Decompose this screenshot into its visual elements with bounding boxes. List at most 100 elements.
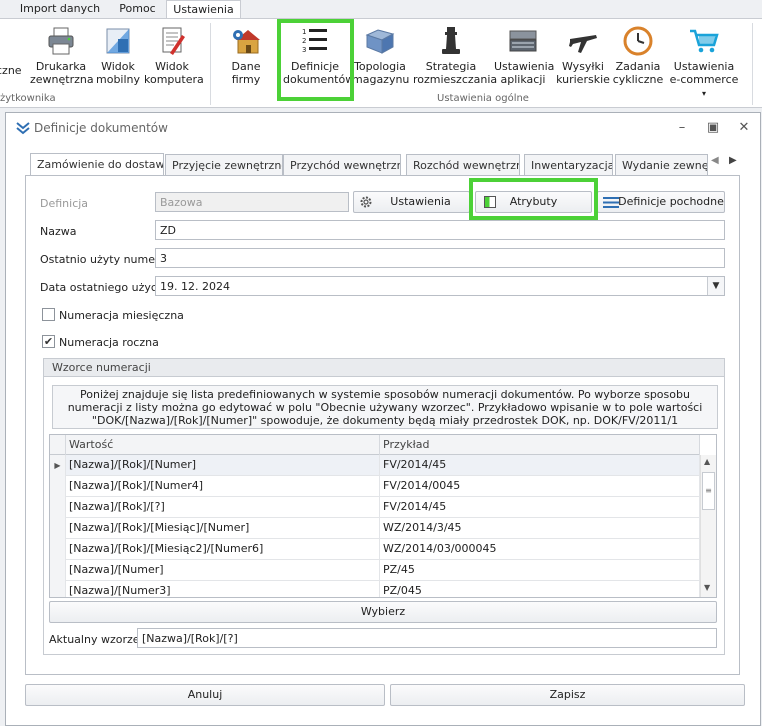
list-icon — [603, 197, 619, 208]
grid-header: Wartość Przykład — [50, 435, 700, 455]
ribbon-group-separator — [752, 23, 753, 105]
tab-przychod-wewnetrzny[interactable]: Przychód wewnętrzny — [283, 154, 401, 176]
ribbon-label-line1: Dane firmy — [231, 60, 261, 86]
clock-icon — [623, 26, 653, 56]
ribbon-label-line2: cykliczne — [612, 73, 664, 86]
ribbon-label-line1: Strategia — [425, 60, 477, 73]
tab-inwentaryzacja[interactable]: Inwentaryzacja — [524, 154, 613, 176]
ustawienia-button-label: Ustawienia — [390, 195, 451, 208]
ribbon-label-line1: Ustawienia — [494, 60, 555, 73]
ustawienia-button[interactable]: Ustawienia — [353, 191, 470, 213]
row-indicator — [50, 581, 66, 597]
ribbon-label-line2: kurierskie — [556, 73, 610, 86]
nazwa-label: Nazwa — [40, 225, 77, 238]
ribbon-dane-firmy[interactable]: Dane firmy — [216, 25, 276, 86]
definicje-pochodne-button[interactable]: Definicje pochodne — [597, 191, 725, 213]
table-row[interactable]: [Nazwa]/[Numer] PZ/45 — [50, 560, 700, 581]
row-indicator — [50, 518, 66, 539]
numeracja-miesieczna-checkbox[interactable] — [42, 308, 55, 321]
ribbon-label-line2: mobilny — [96, 73, 141, 86]
tab-przyjecie-zewnetrzne[interactable]: Przyjęcie zewnętrzne — [165, 154, 283, 176]
grid-scrollbar[interactable]: ▲ ≡ ▼ — [700, 455, 716, 597]
table-row[interactable]: [Nazwa]/[Rok]/[Numer4] FV/2014/0045 — [50, 476, 700, 497]
ribbon-label-line2: zewnętrzna — [30, 73, 94, 86]
scroll-down-icon[interactable]: ▼ — [704, 583, 710, 592]
tab-scroll-left-icon[interactable]: ◀ — [711, 155, 719, 166]
ribbon-group-separator — [210, 23, 211, 105]
row-indicator — [50, 497, 66, 518]
table-row[interactable]: [Nazwa]/[Rok]/[Miesiąc]/[Numer] WZ/2014/… — [50, 518, 700, 539]
ribbon-widok-mobilny[interactable]: Widok mobilny — [96, 25, 140, 86]
close-icon[interactable]: ✕ — [736, 120, 752, 136]
grid-header-przyklad[interactable]: Przykład — [380, 435, 700, 455]
cell-wartosc: [Nazwa]/[Rok]/[Miesiąc2]/[Numer6] — [66, 539, 380, 560]
nazwa-field[interactable] — [155, 220, 725, 240]
row-indicator-icon: ▶ — [50, 455, 66, 476]
wzorce-numeracji-title: Wzorce numeracji — [44, 359, 724, 377]
dropdown-arrow-icon[interactable]: ▾ — [702, 89, 706, 98]
grid-header-indicator — [50, 435, 66, 455]
ribbon-label-line2: aplikacji — [500, 73, 546, 86]
numeracja-roczna-checkbox[interactable]: ✔ — [42, 335, 55, 348]
table-row[interactable]: [Nazwa]/[Numer3] PZ/045 — [50, 581, 700, 597]
ribbon-label-line1: Topologia — [354, 60, 406, 73]
table-row[interactable]: ▶ [Nazwa]/[Rok]/[Numer] FV/2014/45 — [50, 455, 700, 476]
cell-przyklad: FV/2014/0045 — [380, 476, 700, 497]
ribbon-widok-komputera[interactable]: Widok komputera — [144, 25, 204, 86]
ribbon-ustawienia-ecommerce[interactable]: Ustawienia e-commerce ▾ — [668, 25, 740, 100]
cell-wartosc: [Nazwa]/[Numer] — [66, 560, 380, 581]
cell-przyklad: FV/2014/45 — [380, 455, 700, 476]
data-label: Data ostatniego użycia — [40, 281, 167, 294]
ribbon-zadania-cykliczne[interactable]: Zadania cykliczne — [612, 25, 664, 86]
cell-przyklad: WZ/2014/3/45 — [380, 518, 700, 539]
minimize-icon[interactable]: – — [674, 120, 690, 136]
zapisz-button[interactable]: Zapisz — [390, 684, 745, 706]
menu-tab-pomoc[interactable]: Pomoc — [110, 0, 165, 18]
cell-wartosc: [Nazwa]/[Numer3] — [66, 581, 380, 597]
numeracja-roczna-label: Numeracja roczna — [59, 336, 159, 349]
ribbon-item-partial[interactable]: czne — [0, 64, 22, 77]
printer-icon — [48, 27, 74, 55]
ribbon-label-line2: e-commerce — [669, 73, 739, 86]
ribbon-label-line1: Ustawienia — [673, 60, 735, 73]
cell-przyklad: WZ/2014/03/000045 — [380, 539, 700, 560]
tab-wydanie-zewnetrzne[interactable]: Wydanie zewnętrzne — [615, 154, 708, 176]
scroll-thumb[interactable]: ≡ — [702, 472, 715, 510]
ribbon-drukarka-zewnetrzna[interactable]: Drukarka zewnętrzna — [30, 25, 94, 86]
cell-przyklad: FV/2014/45 — [380, 497, 700, 518]
tab-scroll-right-icon[interactable]: ▶ — [729, 155, 737, 166]
cell-wartosc: [Nazwa]/[Rok]/[Numer] — [66, 455, 380, 476]
highlight-definicje-dokumentow — [277, 19, 354, 101]
menu-tab-ustawienia[interactable]: Ustawienia — [166, 0, 241, 19]
ribbon-topologia-magazynu[interactable]: Topologia magazynu — [352, 25, 409, 86]
menu-tab-import-danych[interactable]: Import danych — [10, 0, 110, 18]
maximize-icon[interactable]: ▣ — [705, 120, 721, 136]
definicja-field[interactable] — [155, 192, 349, 212]
scroll-up-icon[interactable]: ▲ — [704, 457, 710, 466]
definicja-label: Definicja — [40, 197, 89, 210]
aktualny-wzorzec-label: Aktualny wzorzec — [49, 633, 146, 646]
ribbon-strategia-rozmieszczania[interactable]: Strategia rozmieszczania — [413, 25, 497, 86]
date-dropdown-icon[interactable]: ▼ — [707, 277, 724, 295]
computer-view-icon — [162, 27, 185, 55]
wybierz-button[interactable]: Wybierz — [49, 601, 717, 623]
cell-wartosc: [Nazwa]/[Rok]/[?] — [66, 497, 380, 518]
ostatni-numer-field[interactable] — [155, 248, 725, 268]
data-field[interactable] — [155, 276, 725, 296]
ribbon-label-line2: komputera — [144, 73, 204, 86]
table-row[interactable]: [Nazwa]/[Rok]/[Miesiąc2]/[Numer6] WZ/201… — [50, 539, 700, 560]
ribbon-wysylki-kurierskie[interactable]: Wysyłki kurierskie — [556, 25, 610, 86]
dialog-title: Definicje dokumentów — [34, 121, 168, 135]
anuluj-button[interactable]: Anuluj — [25, 684, 385, 706]
grid-header-wartosc[interactable]: Wartość — [66, 435, 380, 455]
ribbon-ustawienia-aplikacji[interactable]: Ustawienia aplikacji — [494, 25, 555, 86]
row-indicator — [50, 476, 66, 497]
ribbon: czne żytkownika Drukarka zewnętrzna Wido… — [0, 18, 762, 108]
tab-rozchod-wewnetrzny[interactable]: Rozchód wewnętrzny — [406, 154, 520, 176]
table-row[interactable]: [Nazwa]/[Rok]/[?] FV/2014/45 — [50, 497, 700, 518]
aktualny-wzorzec-field[interactable] — [137, 628, 717, 648]
row-indicator — [50, 560, 66, 581]
tab-zamowienie-do-dostawcy[interactable]: Zamówienie do dostawcy — [30, 153, 164, 177]
cell-wartosc: [Nazwa]/[Rok]/[Miesiąc]/[Numer] — [66, 518, 380, 539]
ribbon-label-line1: Widok — [101, 60, 135, 73]
